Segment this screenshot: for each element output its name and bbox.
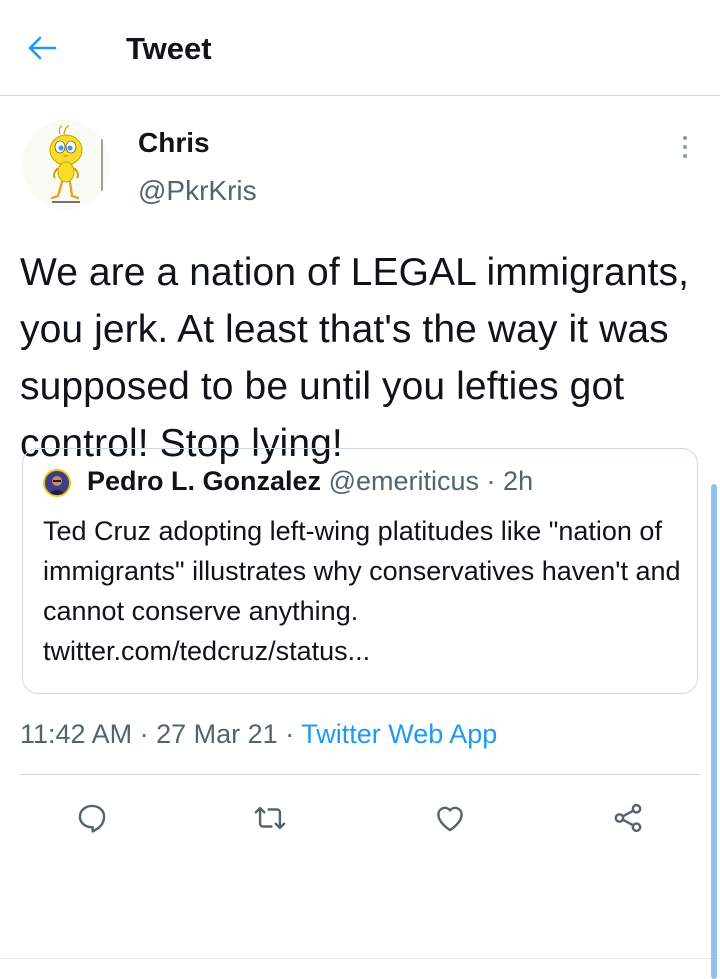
- author-display-name[interactable]: Chris: [138, 126, 210, 160]
- tweet-source-link[interactable]: Twitter Web App: [301, 719, 497, 749]
- separator-dot: ·: [285, 719, 295, 749]
- tweety-bird-avatar-image: [49, 125, 103, 203]
- page-title: Tweet: [126, 31, 212, 66]
- retweet-button[interactable]: [246, 794, 294, 842]
- back-button[interactable]: [22, 28, 62, 68]
- top-app-bar: Tweet: [0, 0, 720, 96]
- dot-icon: [683, 154, 687, 158]
- scrollbar[interactable]: [711, 484, 717, 979]
- separator-dot: ·: [486, 466, 496, 496]
- heart-icon: [437, 806, 463, 832]
- dot-icon: [683, 145, 687, 149]
- quoted-author-name: Pedro L. Gonzalez: [87, 466, 322, 496]
- like-button[interactable]: [426, 794, 474, 842]
- retweet-icon: [254, 806, 286, 830]
- tweet-text: We are a nation of LEGAL immigrants, you…: [20, 251, 690, 465]
- reply-icon: [78, 804, 106, 833]
- avatar[interactable]: [22, 120, 110, 210]
- more-options-button[interactable]: [672, 132, 698, 162]
- divider: [0, 958, 720, 959]
- person-avatar-image: [45, 471, 69, 495]
- divider: [20, 774, 700, 775]
- quoted-author-avatar: [43, 469, 71, 497]
- separator-dot: ·: [139, 719, 149, 749]
- tweet-action-bar: [0, 776, 720, 860]
- tweet-timestamp-line: 11:42 AM · 27 Mar 21 · Twitter Web App: [20, 716, 497, 752]
- quoted-tweet-card[interactable]: Pedro L. Gonzalez @emeriticus · 2h Ted C…: [22, 448, 698, 694]
- quoted-tweet-header: Pedro L. Gonzalez @emeriticus · 2h: [87, 463, 533, 499]
- quoted-author-handle: @emeriticus: [328, 466, 480, 496]
- quoted-tweet-text: Ted Cruz adopting left-wing platitudes l…: [43, 516, 681, 666]
- arrow-left-icon: [28, 36, 57, 60]
- author-handle[interactable]: @PkrKris: [138, 174, 257, 208]
- dot-icon: [683, 136, 687, 140]
- quoted-tweet-age: 2h: [503, 466, 534, 496]
- share-icon: [614, 803, 642, 833]
- reply-button[interactable]: [68, 794, 116, 842]
- tweet-date[interactable]: 27 Mar 21: [156, 719, 278, 749]
- tweet-time[interactable]: 11:42 AM: [20, 719, 132, 749]
- share-button[interactable]: [604, 794, 652, 842]
